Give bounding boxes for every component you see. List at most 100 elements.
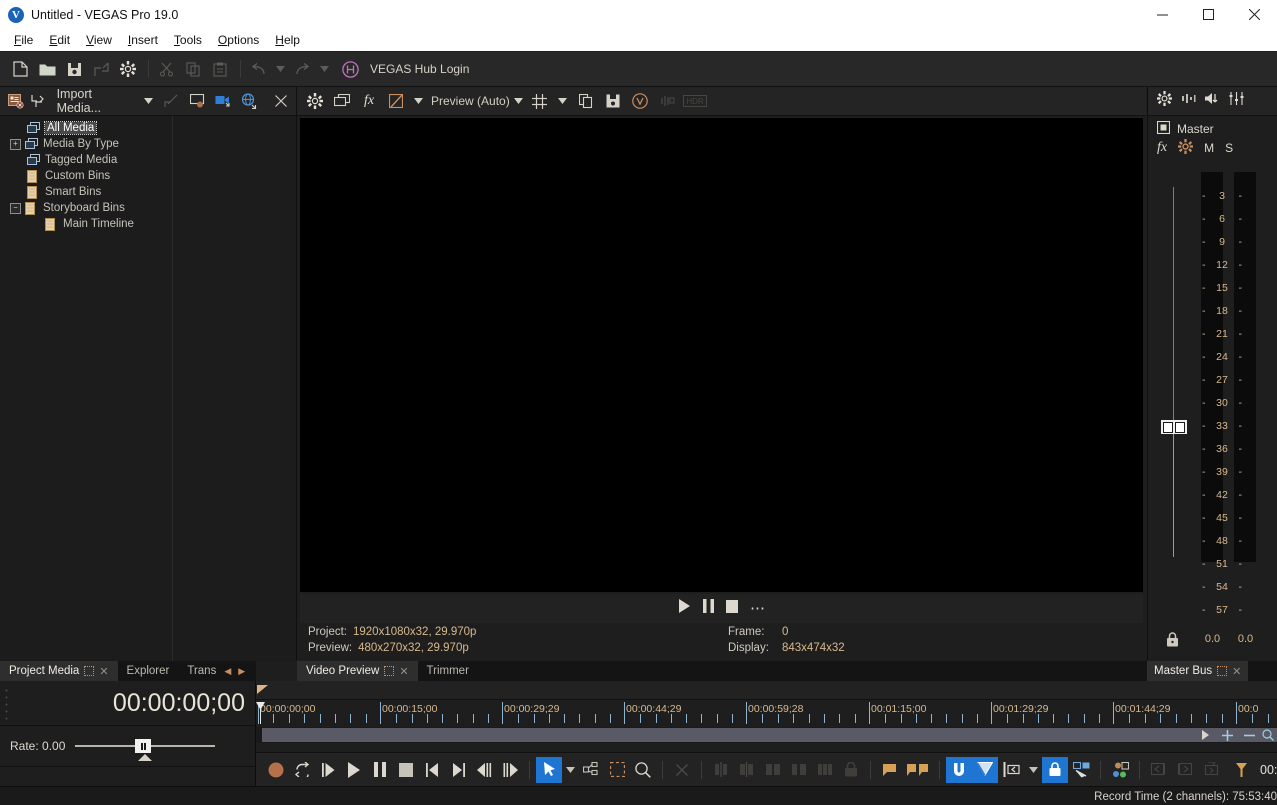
insert-region-button[interactable] — [903, 757, 933, 783]
tree-item-all-media[interactable]: All Media — [0, 120, 172, 136]
split-screen-dropdown-icon[interactable] — [411, 89, 426, 113]
auto-ripple-button[interactable] — [972, 757, 998, 783]
float-icon[interactable] — [384, 666, 394, 676]
play-from-start-button[interactable] — [315, 757, 341, 783]
import-dropdown-icon[interactable] — [141, 89, 156, 113]
video-preview-canvas[interactable] — [300, 118, 1143, 592]
cursor-timecode-display[interactable]: 00:00:00;00 — [0, 681, 255, 726]
redo-icon[interactable] — [290, 57, 314, 81]
stop-button[interactable] — [393, 757, 419, 783]
slider-knob[interactable] — [135, 739, 151, 753]
solo-button[interactable]: S — [1225, 141, 1233, 155]
preview-play-button[interactable] — [678, 599, 691, 618]
mixer-faders-icon[interactable] — [1229, 92, 1244, 110]
minimize-button[interactable] — [1139, 0, 1185, 29]
transport-timecode[interactable]: 00:00:00;00 — [1260, 763, 1277, 777]
vegas-stabilize-icon[interactable] — [628, 89, 652, 113]
zoom-tool-icon[interactable] — [1196, 728, 1214, 742]
paste-icon[interactable] — [208, 57, 232, 81]
zoom-magnifier-icon[interactable] — [1260, 728, 1276, 742]
copy-snapshot-clipboard-icon[interactable] — [574, 89, 598, 113]
master-fader-handle[interactable] — [1161, 420, 1187, 434]
open-project-icon[interactable] — [35, 57, 59, 81]
mute-button[interactable]: M — [1204, 141, 1214, 155]
go-to-end-button[interactable] — [445, 757, 471, 783]
menu-options[interactable]: Options — [210, 31, 267, 49]
tree-item-smart-bins[interactable]: Smart Bins — [0, 184, 172, 200]
import-media-icon[interactable] — [28, 89, 47, 113]
render-selection-button[interactable] — [1172, 757, 1198, 783]
menu-file[interactable]: File — [6, 31, 41, 49]
edit-tool-dropdown-button[interactable] — [562, 757, 578, 783]
preview-quality-label[interactable]: Preview (Auto) — [431, 94, 510, 108]
undo-icon[interactable] — [246, 57, 270, 81]
zoom-out-icon[interactable] — [1240, 728, 1258, 742]
tab-scroll-right-icon[interactable]: ▶ — [238, 666, 245, 677]
overlays-grid-icon[interactable] — [528, 89, 552, 113]
trim-button[interactable] — [734, 757, 760, 783]
record-button[interactable] — [263, 757, 289, 783]
mixing-console-button[interactable] — [1107, 757, 1133, 783]
render-as-button[interactable] — [1146, 757, 1172, 783]
preview-pause-button[interactable] — [703, 599, 714, 618]
tree-item-main-timeline[interactable]: Main Timeline — [0, 216, 172, 232]
tab-video-preview[interactable]: Video Preview ✕ — [297, 661, 418, 681]
quantize-button[interactable] — [786, 757, 812, 783]
hub-h-icon[interactable] — [338, 57, 362, 81]
zoom-edit-tool-button[interactable] — [630, 757, 656, 783]
overlays-dropdown-icon[interactable] — [555, 89, 571, 113]
video-output-settings-gear-icon[interactable] — [303, 89, 327, 113]
timeline-ruler[interactable]: 00:00:00;00 00:00:15;00 00:00:29;29 00:0… — [256, 700, 1277, 728]
hdr-icon[interactable]: HDR — [682, 89, 708, 113]
close-icon[interactable]: ✕ — [99, 665, 108, 678]
auto-crossfade-button[interactable] — [812, 757, 838, 783]
previous-frame-button[interactable] — [471, 757, 497, 783]
ripple-mode-button[interactable] — [998, 757, 1024, 783]
cut-icon[interactable] — [154, 57, 178, 81]
device-icon[interactable] — [655, 89, 679, 113]
external-monitor-icon[interactable] — [330, 89, 354, 113]
tree-item-custom-bins[interactable]: Custom Bins — [0, 168, 172, 184]
selection-edit-tool-button[interactable] — [604, 757, 630, 783]
close-icon[interactable]: ✕ — [399, 665, 408, 678]
playback-rate-slider[interactable] — [75, 739, 215, 753]
lock-event-button[interactable] — [1042, 757, 1068, 783]
play-button[interactable] — [341, 757, 367, 783]
tab-trimmer[interactable]: Trimmer — [418, 661, 478, 681]
save-snapshot-file-icon[interactable] — [601, 89, 625, 113]
menu-tools[interactable]: Tools — [166, 31, 210, 49]
video-fx-icon[interactable]: fx — [357, 89, 381, 113]
menu-view[interactable]: View — [78, 31, 120, 49]
vegas-hub-login-label[interactable]: VEGAS Hub Login — [370, 62, 469, 76]
marker-bar[interactable] — [256, 681, 1277, 700]
tab-transitions[interactable]: Trans — [178, 661, 218, 681]
save-project-icon[interactable] — [62, 57, 86, 81]
normal-edit-tool-button[interactable] — [536, 757, 562, 783]
media-list-area[interactable] — [172, 116, 296, 661]
preferences-gear-icon[interactable] — [116, 57, 140, 81]
render-loop-button[interactable] — [1198, 757, 1224, 783]
split-screen-view-icon[interactable] — [384, 89, 408, 113]
redo-dropdown-icon[interactable] — [317, 57, 331, 81]
tree-item-tagged-media[interactable]: Tagged Media — [0, 152, 172, 168]
tab-master-bus[interactable]: Master Bus ✕ — [1147, 661, 1248, 681]
close-icon[interactable]: ✕ — [1232, 665, 1241, 678]
media-properties-icon[interactable] — [185, 89, 208, 113]
envelope-edit-tool-button[interactable] — [578, 757, 604, 783]
zoom-in-icon[interactable] — [1218, 728, 1236, 742]
lock-envelopes-button[interactable] — [838, 757, 864, 783]
crossfade-button[interactable] — [760, 757, 786, 783]
project-properties-icon[interactable] — [89, 57, 113, 81]
go-to-start-button[interactable] — [419, 757, 445, 783]
import-media-label[interactable]: Import Media... — [57, 87, 137, 115]
enable-snapping-button[interactable] — [946, 757, 972, 783]
tab-project-media[interactable]: Project Media ✕ — [0, 661, 118, 681]
float-icon[interactable] — [1217, 666, 1227, 676]
next-frame-button[interactable] — [497, 757, 523, 783]
drag-grip[interactable] — [4, 687, 10, 721]
insert-marker-button[interactable] — [877, 757, 903, 783]
loop-playback-button[interactable] — [289, 757, 315, 783]
audio-output-icon[interactable] — [1205, 92, 1220, 110]
fx-button[interactable]: fx — [1157, 140, 1167, 156]
menu-insert[interactable]: Insert — [120, 31, 166, 49]
